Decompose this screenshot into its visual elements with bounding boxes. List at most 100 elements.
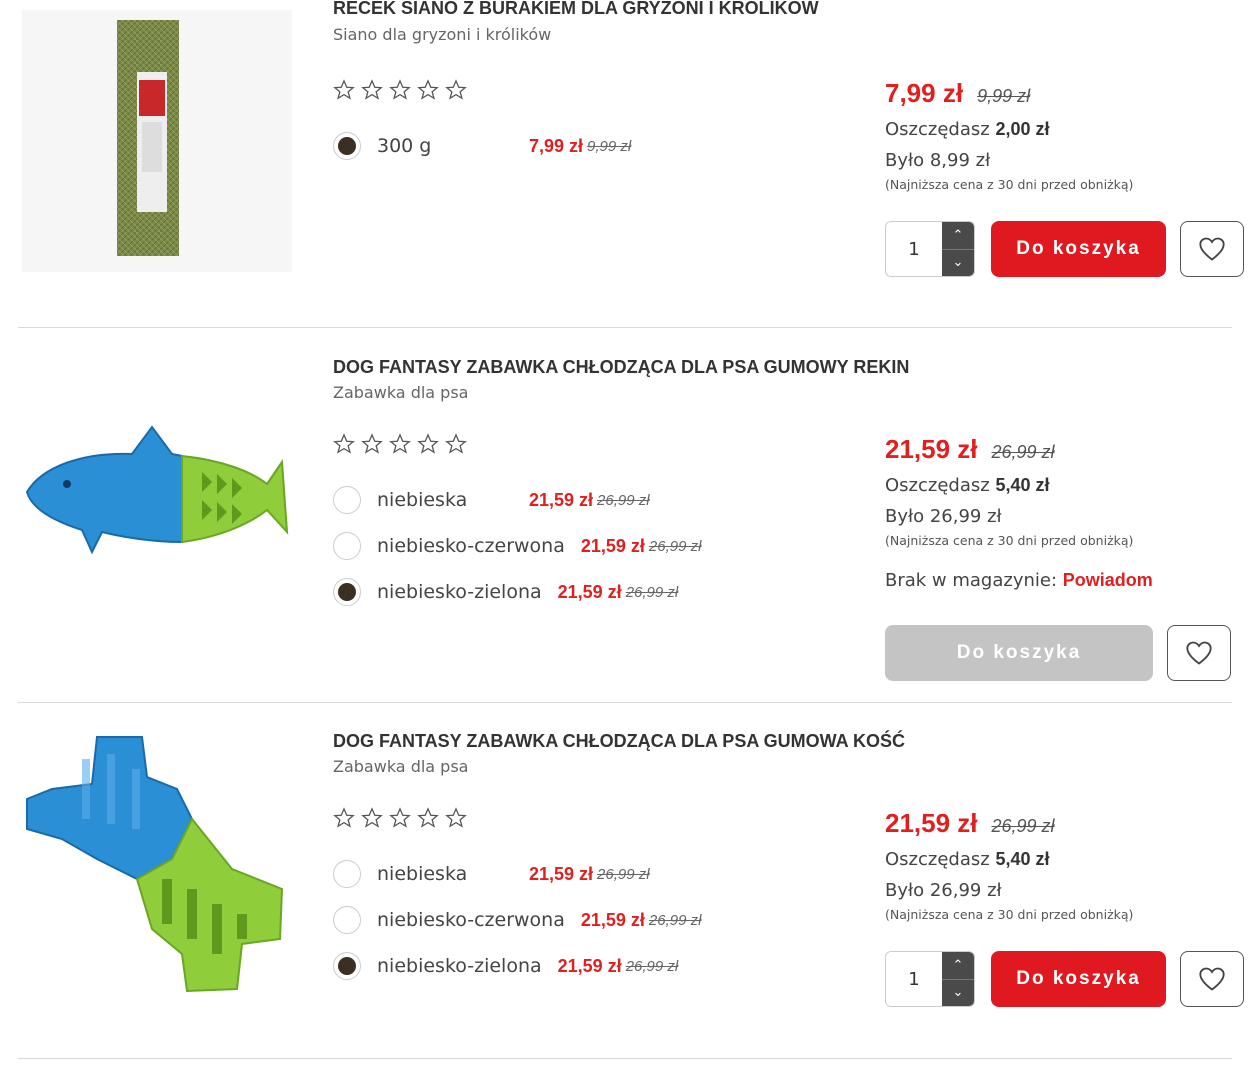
- add-to-cart-button[interactable]: Do koszyka: [991, 221, 1166, 277]
- current-price: 7,99 zł: [885, 78, 964, 108]
- old-price: 9,99 zł: [977, 86, 1031, 106]
- star-outline-icon: [445, 433, 467, 454]
- variant-radio[interactable]: [333, 486, 361, 514]
- variant-radio[interactable]: [333, 578, 361, 606]
- star-outline-icon: [389, 807, 411, 828]
- product-image[interactable]: [22, 733, 292, 995]
- variant-option[interactable]: niebiesko-zielona 21,59 zł 26,99 zł: [333, 949, 678, 983]
- current-price: 21,59 zł: [885, 434, 978, 464]
- wishlist-button[interactable]: [1180, 221, 1244, 277]
- rating-stars[interactable]: [333, 807, 467, 829]
- quantity-value[interactable]: 1: [886, 952, 942, 1006]
- rating-stars[interactable]: [333, 79, 467, 101]
- lowest-price-note: (Najniższa cena z 30 dni przed obniżką): [885, 533, 1134, 548]
- cart-actions: Do koszyka: [885, 625, 1231, 681]
- current-price: 21,59 zł: [885, 808, 978, 838]
- savings-value: 2,00 zł: [995, 119, 1050, 139]
- star-outline-icon: [417, 433, 439, 454]
- product-card-shark: DOG FANTASY ZABAWKA CHŁODZĄCA DLA PSA GU…: [0, 328, 1250, 702]
- variant-old-price: 9,99 zł: [587, 137, 632, 155]
- quantity-stepper[interactable]: 1 ⌃ ⌄: [885, 221, 975, 277]
- product-title[interactable]: DOG FANTASY ZABAWKA CHŁODZĄCA DLA PSA GU…: [333, 731, 905, 752]
- heart-outline-icon: [1186, 641, 1212, 665]
- variant-price: 7,99 zł: [529, 135, 584, 156]
- product-image[interactable]: [22, 361, 292, 623]
- variant-price: 21,59 zł: [557, 955, 622, 976]
- variant-name: niebiesko-zielona: [377, 581, 542, 603]
- radio-selected-dot: [338, 137, 356, 155]
- product-subtitle: Zabawka dla psa: [333, 383, 469, 402]
- savings-value: 5,40 zł: [995, 849, 1050, 869]
- heart-outline-icon: [1199, 967, 1225, 991]
- variant-option[interactable]: niebiesko-zielona 21,59 zł 26,99 zł: [333, 575, 678, 609]
- star-outline-icon: [389, 433, 411, 454]
- variant-radio[interactable]: [333, 132, 361, 160]
- old-price: 26,99 zł: [991, 442, 1055, 462]
- product-subtitle: Siano dla gryzoni i królików: [333, 25, 552, 44]
- quantity-value[interactable]: 1: [886, 222, 942, 276]
- previous-price: Było 8,99 zł: [885, 150, 991, 171]
- previous-price: Było 26,99 zł: [885, 506, 1002, 527]
- variant-old-price: 26,99 zł: [648, 537, 702, 555]
- chevron-up-icon[interactable]: ⌃: [942, 952, 974, 980]
- radio-selected-dot: [338, 583, 356, 601]
- savings: Oszczędasz 5,40 zł: [885, 849, 1050, 870]
- savings-value: 5,40 zł: [995, 475, 1050, 495]
- star-outline-icon: [333, 79, 355, 100]
- price-box: 21,59 zł 26,99 zł Oszczędasz 5,40 zł Był…: [885, 434, 1245, 591]
- savings: Oszczędasz 2,00 zł: [885, 119, 1050, 140]
- product-title[interactable]: DOG FANTASY ZABAWKA CHŁODZĄCA DLA PSA GU…: [333, 357, 909, 378]
- star-outline-icon: [361, 433, 383, 454]
- variant-price: 21,59 zł: [580, 909, 645, 930]
- variant-radio[interactable]: [333, 952, 361, 980]
- variant-option[interactable]: niebiesko-czerwona 21,59 zł 26,99 zł: [333, 529, 701, 563]
- star-outline-icon: [361, 807, 383, 828]
- star-outline-icon: [389, 79, 411, 100]
- variant-option[interactable]: niebiesko-czerwona 21,59 zł 26,99 zł: [333, 903, 701, 937]
- variant-price: 21,59 zł: [580, 535, 645, 556]
- variant-name: niebieska: [377, 863, 468, 885]
- star-outline-icon: [333, 807, 355, 828]
- rating-stars[interactable]: [333, 433, 467, 455]
- variant-radio[interactable]: [333, 860, 361, 888]
- chevron-down-icon[interactable]: ⌄: [942, 980, 974, 1007]
- variant-price: 21,59 zł: [529, 489, 594, 510]
- variant-old-price: 26,99 zł: [625, 957, 679, 975]
- wishlist-button[interactable]: [1167, 625, 1231, 681]
- add-to-cart-button[interactable]: Do koszyka: [991, 951, 1166, 1007]
- variant-option[interactable]: 300 g 7,99 zł 9,99 zł: [333, 129, 631, 163]
- radio-selected-dot: [338, 957, 356, 975]
- product-image[interactable]: [22, 10, 292, 272]
- variant-option[interactable]: niebieska 21,59 zł 26,99 zł: [333, 857, 650, 891]
- notify-link[interactable]: Powiadom: [1063, 570, 1153, 590]
- product-card-hay: RECEK SIANO Z BURAKIEM DLA GRYZONI I KRÓ…: [0, 0, 1250, 328]
- add-to-cart-button-disabled[interactable]: Do koszyka: [885, 625, 1153, 681]
- lowest-price-note: (Najniższa cena z 30 dni przed obniżką): [885, 177, 1134, 192]
- variant-price: 21,59 zł: [529, 863, 594, 884]
- price-box: 7,99 zł 9,99 zł Oszczędasz 2,00 zł Było …: [885, 78, 1245, 192]
- quantity-stepper[interactable]: 1 ⌃ ⌄: [885, 951, 975, 1007]
- savings: Oszczędasz 5,40 zł: [885, 475, 1050, 496]
- lowest-price-note: (Najniższa cena z 30 dni przed obniżką): [885, 907, 1134, 922]
- heart-outline-icon: [1199, 237, 1225, 261]
- product-title[interactable]: RECEK SIANO Z BURAKIEM DLA GRYZONI I KRÓ…: [333, 0, 819, 19]
- variant-radio[interactable]: [333, 532, 361, 560]
- star-outline-icon: [361, 79, 383, 100]
- wishlist-button[interactable]: [1180, 951, 1244, 1007]
- out-of-stock-label: Brak w magazynie:: [885, 570, 1058, 591]
- variant-name: 300 g: [377, 135, 432, 157]
- product-card-bone: DOG FANTASY ZABAWKA CHŁODZĄCA DLA PSA GU…: [0, 703, 1250, 1059]
- variant-radio[interactable]: [333, 906, 361, 934]
- stock-status: Brak w magazynie: Powiadom: [885, 570, 1245, 591]
- variant-name: niebiesko-czerwona: [377, 909, 565, 931]
- chevron-down-icon[interactable]: ⌄: [942, 250, 974, 277]
- chevron-up-icon[interactable]: ⌃: [942, 222, 974, 250]
- hay-bag-image: [22, 10, 292, 272]
- variant-name: niebieska: [377, 489, 468, 511]
- cart-actions: 1 ⌃ ⌄ Do koszyka: [885, 951, 1244, 1007]
- bone-toy-image: [26, 736, 284, 993]
- variant-option[interactable]: niebieska 21,59 zł 26,99 zł: [333, 483, 650, 517]
- price-box: 21,59 zł 26,99 zł Oszczędasz 5,40 zł Był…: [885, 808, 1245, 922]
- variant-old-price: 26,99 zł: [597, 865, 650, 883]
- variant-name: niebiesko-zielona: [377, 955, 542, 977]
